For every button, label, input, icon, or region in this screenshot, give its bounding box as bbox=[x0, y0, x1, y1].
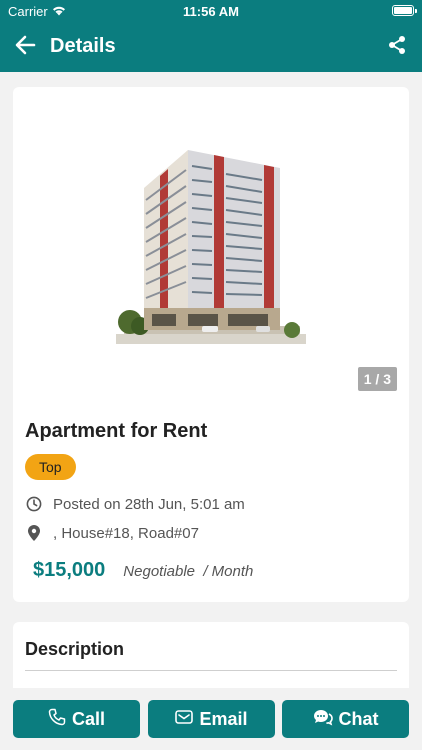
top-badge: Top bbox=[25, 454, 76, 480]
status-time: 11:56 AM bbox=[183, 4, 239, 19]
phone-icon bbox=[48, 708, 66, 731]
call-label: Call bbox=[71, 708, 105, 729]
call-button[interactable]: Call bbox=[13, 700, 140, 738]
envelope-icon bbox=[175, 709, 194, 730]
share-button[interactable] bbox=[384, 34, 410, 60]
email-button[interactable]: Email bbox=[148, 700, 275, 738]
details-card: 1 / 3 Apartment for Rent Top Posted on 2… bbox=[13, 87, 409, 602]
top-app-bar: Details bbox=[0, 22, 422, 72]
location-text: , House#18, Road#07 bbox=[53, 524, 199, 542]
location-pin-icon bbox=[25, 524, 43, 542]
price-value: $15,000 bbox=[33, 559, 106, 581]
chat-bubbles-icon bbox=[313, 708, 333, 731]
clock-icon bbox=[25, 495, 43, 513]
image-gallery[interactable] bbox=[13, 131, 409, 359]
image-pager: 1 / 3 bbox=[357, 367, 397, 391]
chat-button[interactable]: Chat bbox=[282, 700, 409, 738]
divider bbox=[25, 670, 397, 671]
listing-title: Apartment for Rent bbox=[25, 420, 208, 442]
arrow-left-icon bbox=[14, 34, 36, 61]
posted-date: Posted on 28th Jun, 5:01 am bbox=[53, 495, 245, 513]
email-label: Email bbox=[199, 708, 248, 729]
back-button[interactable] bbox=[12, 34, 38, 60]
status-bar: Carrier 11:56 AM bbox=[0, 0, 422, 22]
battery-icon bbox=[392, 5, 417, 16]
bottom-action-bar: Call Email Chat bbox=[0, 688, 422, 750]
apartment-building-image bbox=[116, 150, 306, 344]
chat-label: Chat bbox=[338, 708, 379, 729]
page-title: Details bbox=[50, 35, 116, 57]
share-icon bbox=[387, 35, 407, 60]
posted-row: Posted on 28th Jun, 5:01 am bbox=[25, 495, 245, 513]
location-row: , House#18, Road#07 bbox=[25, 524, 199, 542]
price-row: $15,000 Negotiable / Month bbox=[33, 559, 253, 582]
price-terms: Negotiable / Month bbox=[123, 563, 254, 580]
description-heading: Description bbox=[25, 639, 125, 659]
